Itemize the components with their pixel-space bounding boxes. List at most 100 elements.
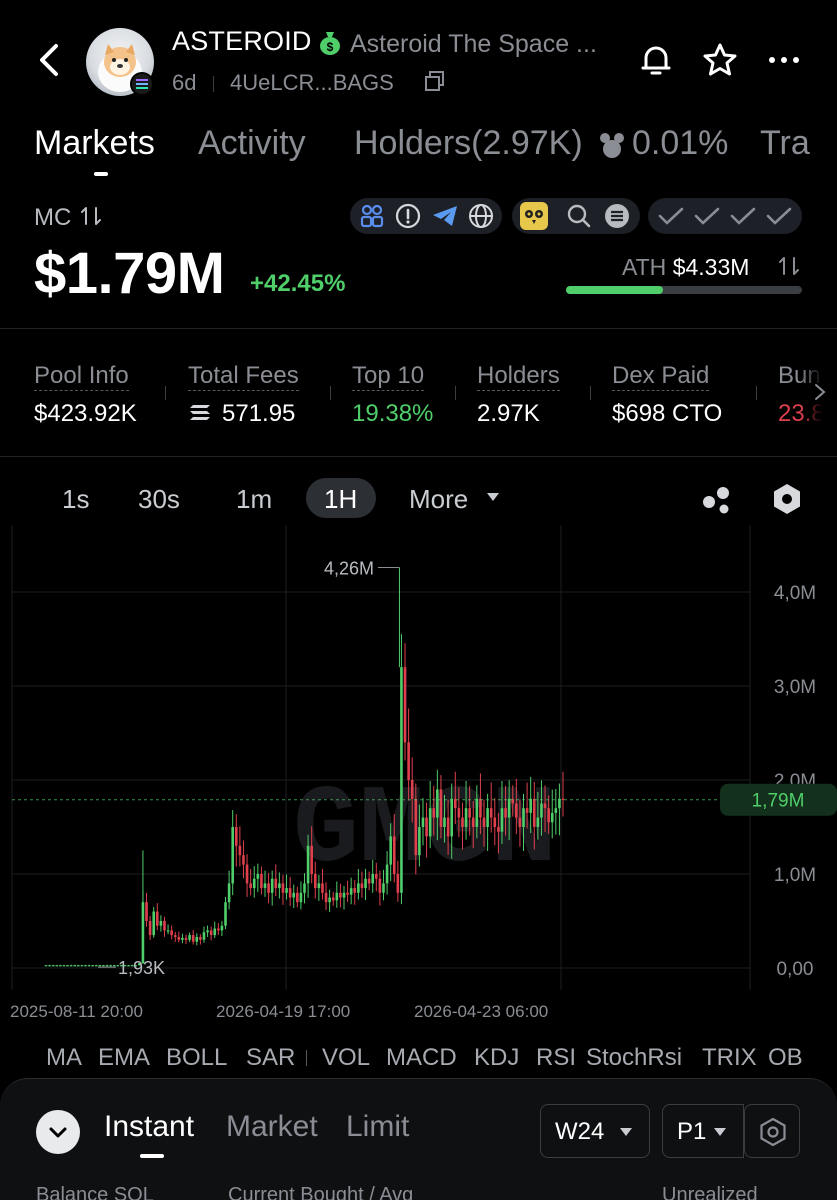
preset-select[interactable]: W24 <box>540 1104 650 1158</box>
candle-body <box>105 965 109 967</box>
indicator-obv[interactable]: OB <box>768 1044 837 1072</box>
caret-down-icon <box>620 1128 632 1136</box>
tab-traders[interactable]: Tra <box>760 124 810 163</box>
tab-activity[interactable]: Activity <box>198 124 306 163</box>
candle-body <box>428 808 432 837</box>
y-tick-label: 3,0M <box>774 677 816 698</box>
candle-body <box>145 902 148 921</box>
order-settings-button[interactable] <box>744 1104 800 1158</box>
indicator-stochrsi[interactable]: StochRsi <box>586 1044 682 1072</box>
timeframe-more[interactable]: More <box>409 484 468 515</box>
indicator-dots-icon[interactable] <box>700 482 736 516</box>
header-divider <box>213 76 214 92</box>
info-icon[interactable] <box>395 203 421 229</box>
solana-icon <box>190 405 210 420</box>
caret-down-icon <box>487 493 499 501</box>
indicator-rsi[interactable]: RSI <box>536 1044 576 1072</box>
candle-body <box>278 883 281 889</box>
indicator-ma[interactable]: MA <box>46 1044 82 1072</box>
candle-body <box>446 817 450 837</box>
stat-separator <box>756 386 757 400</box>
section-divider <box>0 328 837 329</box>
indicator-boll[interactable]: BOLL <box>166 1044 227 1072</box>
timeframe-1h[interactable]: 1H <box>324 484 357 515</box>
candle-body <box>227 883 231 903</box>
candle-body <box>51 965 55 967</box>
candle-body <box>55 965 59 967</box>
candle-body <box>84 965 87 967</box>
order-tab-limit[interactable]: Limit <box>346 1110 409 1144</box>
tab-holders[interactable]: Holders(2.97K) <box>354 124 583 163</box>
telegram-icon[interactable] <box>431 203 459 229</box>
stat-label-pool-info[interactable]: Pool Info <box>34 362 129 391</box>
priority-select[interactable]: P1 <box>662 1104 744 1158</box>
owl-icon[interactable] <box>518 200 550 232</box>
timeframe-1s[interactable]: 1s <box>62 484 89 515</box>
candle-body <box>317 883 321 889</box>
candle-body <box>199 936 202 940</box>
price-chart[interactable]: GMGN4,0M3,0M2,0M1,0M0,004,26M1,93K1,79M <box>0 525 837 1005</box>
sort-toggle-icon[interactable] <box>80 204 102 228</box>
candle-body <box>220 925 224 931</box>
candle-body <box>392 836 396 874</box>
stat-label-top-10[interactable]: Top 10 <box>352 362 425 391</box>
indicator-ema[interactable]: EMA <box>98 1044 150 1072</box>
candle-body <box>504 808 507 818</box>
indicator-macd[interactable]: MACD <box>386 1044 457 1072</box>
candle-body <box>324 892 328 903</box>
stat-value-dex-paid: $698 CTO <box>612 400 723 427</box>
sort-toggle-icon[interactable] <box>778 254 800 278</box>
bell-icon[interactable] <box>636 40 676 80</box>
security-checks-icon[interactable] <box>656 204 796 228</box>
chart-settings-icon[interactable] <box>770 482 804 516</box>
search-icon[interactable] <box>566 203 592 229</box>
stat-label-total-fees[interactable]: Total Fees <box>188 362 299 391</box>
current-bought-label: Current Bought / Avg <box>228 1184 414 1200</box>
tab-rat-percent[interactable]: 0.01% <box>632 124 728 163</box>
collapse-button[interactable] <box>36 1110 80 1154</box>
candle-body <box>148 920 152 936</box>
timeframe-30s[interactable]: 30s <box>138 484 180 515</box>
candle-body <box>109 965 112 967</box>
website-icon[interactable] <box>468 203 494 229</box>
back-arrow-icon[interactable] <box>34 40 64 80</box>
tab-active-indicator <box>94 172 108 176</box>
list-menu-icon[interactable] <box>604 203 630 229</box>
candle-body <box>486 808 489 827</box>
copy-icon[interactable] <box>424 70 446 92</box>
candle-body <box>306 845 310 884</box>
indicator-vol[interactable]: VOL <box>322 1044 370 1072</box>
candle-body <box>224 902 227 926</box>
candle-body <box>360 883 364 889</box>
candle-body <box>249 883 252 889</box>
tab-markets[interactable]: Markets <box>34 124 155 163</box>
candle-body <box>468 808 471 818</box>
contract-address[interactable]: 4UeLCR...BAGS <box>230 70 394 96</box>
chart-watermark: GMGN <box>293 769 557 894</box>
timeframe-1m[interactable]: 1m <box>236 484 272 515</box>
order-tab-market[interactable]: Market <box>226 1110 318 1144</box>
chevron-right-icon[interactable] <box>812 382 828 402</box>
candle-body <box>303 883 306 893</box>
community-icon[interactable] <box>359 203 385 229</box>
stat-label-holders[interactable]: Holders <box>477 362 560 391</box>
indicator-trix[interactable]: TRIX <box>702 1044 757 1072</box>
candle-body <box>163 920 166 931</box>
candle-body <box>245 864 249 884</box>
candle-body <box>181 937 184 940</box>
ath-label: ATH $4.33M <box>622 254 750 280</box>
indicator-kdj[interactable]: KDJ <box>474 1044 519 1072</box>
order-tab-instant[interactable]: Instant <box>104 1110 194 1144</box>
candle-body <box>177 936 181 940</box>
candle-body <box>173 935 177 937</box>
x-tick-label: 2026-04-19 17:00 <box>216 1002 351 1021</box>
candle-body <box>191 935 195 942</box>
stat-label-dex-paid[interactable]: Dex Paid <box>612 362 710 391</box>
more-options-icon[interactable] <box>764 40 804 80</box>
candle-body <box>375 873 378 879</box>
indicator-sar[interactable]: SAR <box>246 1044 295 1072</box>
star-icon[interactable] <box>700 40 740 80</box>
candle-body <box>522 808 525 827</box>
candle-body <box>382 883 385 893</box>
ath-value: $4.33M <box>672 254 750 280</box>
